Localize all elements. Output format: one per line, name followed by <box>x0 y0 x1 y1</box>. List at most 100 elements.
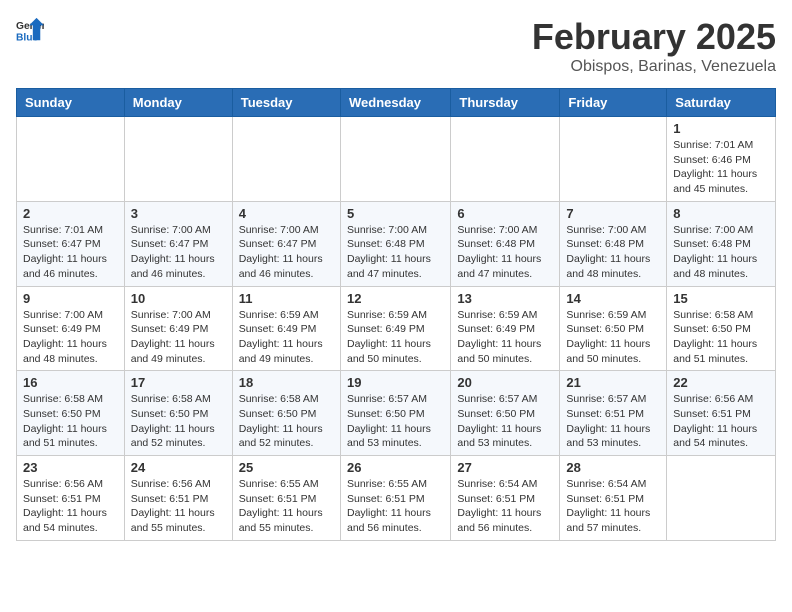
calendar-cell: 25 Sunrise: 6:55 AMSunset: 6:51 PMDayligh… <box>232 456 340 541</box>
day-info: Sunrise: 6:54 AMSunset: 6:51 PMDaylight:… <box>566 477 660 536</box>
calendar-cell: 23 Sunrise: 6:56 AMSunset: 6:51 PMDayligh… <box>17 456 125 541</box>
header-saturday: Saturday <box>667 89 776 117</box>
calendar-cell: 16 Sunrise: 6:58 AMSunset: 6:50 PMDayligh… <box>17 371 125 456</box>
calendar-table: Sunday Monday Tuesday Wednesday Thursday… <box>16 88 776 541</box>
day-number: 9 <box>23 291 118 306</box>
day-number: 11 <box>239 291 334 306</box>
day-info: Sunrise: 6:58 AMSunset: 6:50 PMDaylight:… <box>239 392 334 451</box>
day-number: 19 <box>347 375 444 390</box>
calendar-cell: 2 Sunrise: 7:01 AMSunset: 6:47 PMDaylight… <box>17 201 125 286</box>
calendar-body: 1 Sunrise: 7:01 AMSunset: 6:46 PMDaylight… <box>17 117 776 541</box>
day-info: Sunrise: 7:00 AMSunset: 6:47 PMDaylight:… <box>239 223 334 282</box>
location: Obispos, Barinas, Venezuela <box>532 58 776 76</box>
day-number: 24 <box>131 460 226 475</box>
day-info: Sunrise: 6:59 AMSunset: 6:49 PMDaylight:… <box>457 308 553 367</box>
calendar-cell: 9 Sunrise: 7:00 AMSunset: 6:49 PMDaylight… <box>17 286 125 371</box>
calendar-cell: 4 Sunrise: 7:00 AMSunset: 6:47 PMDaylight… <box>232 201 340 286</box>
day-info: Sunrise: 7:00 AMSunset: 6:49 PMDaylight:… <box>23 308 118 367</box>
day-number: 23 <box>23 460 118 475</box>
calendar-cell <box>340 117 450 202</box>
day-info: Sunrise: 7:00 AMSunset: 6:48 PMDaylight:… <box>457 223 553 282</box>
calendar-cell: 28 Sunrise: 6:54 AMSunset: 6:51 PMDayligh… <box>560 456 667 541</box>
day-info: Sunrise: 6:57 AMSunset: 6:50 PMDaylight:… <box>347 392 444 451</box>
day-info: Sunrise: 6:57 AMSunset: 6:50 PMDaylight:… <box>457 392 553 451</box>
calendar-week-4: 16 Sunrise: 6:58 AMSunset: 6:50 PMDayligh… <box>17 371 776 456</box>
day-number: 18 <box>239 375 334 390</box>
calendar-cell <box>17 117 125 202</box>
day-number: 1 <box>673 121 769 136</box>
calendar-cell <box>232 117 340 202</box>
calendar-cell: 26 Sunrise: 6:55 AMSunset: 6:51 PMDayligh… <box>340 456 450 541</box>
day-number: 25 <box>239 460 334 475</box>
day-number: 8 <box>673 206 769 221</box>
day-number: 20 <box>457 375 553 390</box>
day-info: Sunrise: 6:58 AMSunset: 6:50 PMDaylight:… <box>23 392 118 451</box>
day-info: Sunrise: 7:00 AMSunset: 6:49 PMDaylight:… <box>131 308 226 367</box>
day-info: Sunrise: 6:56 AMSunset: 6:51 PMDaylight:… <box>673 392 769 451</box>
calendar-week-2: 2 Sunrise: 7:01 AMSunset: 6:47 PMDaylight… <box>17 201 776 286</box>
day-info: Sunrise: 6:56 AMSunset: 6:51 PMDaylight:… <box>131 477 226 536</box>
day-number: 22 <box>673 375 769 390</box>
day-number: 2 <box>23 206 118 221</box>
day-number: 10 <box>131 291 226 306</box>
header-wednesday: Wednesday <box>340 89 450 117</box>
calendar-cell: 14Sunrise: 6:59 AMSunset: 6:50 PMDayligh… <box>560 286 667 371</box>
calendar-week-5: 23 Sunrise: 6:56 AMSunset: 6:51 PMDayligh… <box>17 456 776 541</box>
month-title: February 2025 <box>532 16 776 58</box>
day-number: 27 <box>457 460 553 475</box>
calendar-cell: 27 Sunrise: 6:54 AMSunset: 6:51 PMDayligh… <box>451 456 560 541</box>
calendar-cell: 20 Sunrise: 6:57 AMSunset: 6:50 PMDayligh… <box>451 371 560 456</box>
header-tuesday: Tuesday <box>232 89 340 117</box>
calendar-cell: 22 Sunrise: 6:56 AMSunset: 6:51 PMDayligh… <box>667 371 776 456</box>
day-number: 6 <box>457 206 553 221</box>
day-info: Sunrise: 6:58 AMSunset: 6:50 PMDaylight:… <box>131 392 226 451</box>
calendar-cell: 6 Sunrise: 7:00 AMSunset: 6:48 PMDaylight… <box>451 201 560 286</box>
day-number: 5 <box>347 206 444 221</box>
day-number: 16 <box>23 375 118 390</box>
day-number: 28 <box>566 460 660 475</box>
calendar-cell: 11 Sunrise: 6:59 AMSunset: 6:49 PMDayligh… <box>232 286 340 371</box>
day-number: 3 <box>131 206 226 221</box>
day-number: 13 <box>457 291 553 306</box>
day-info: Sunrise: 6:54 AMSunset: 6:51 PMDaylight:… <box>457 477 553 536</box>
header-friday: Friday <box>560 89 667 117</box>
calendar-cell <box>560 117 667 202</box>
calendar-cell: 15 Sunrise: 6:58 AMSunset: 6:50 PMDayligh… <box>667 286 776 371</box>
calendar-cell: 10 Sunrise: 7:00 AMSunset: 6:49 PMDayligh… <box>124 286 232 371</box>
day-number: 15 <box>673 291 769 306</box>
day-number: 4 <box>239 206 334 221</box>
day-info: Sunrise: 6:55 AMSunset: 6:51 PMDaylight:… <box>239 477 334 536</box>
calendar-cell: 8 Sunrise: 7:00 AMSunset: 6:48 PMDaylight… <box>667 201 776 286</box>
day-info: Sunrise: 7:00 AMSunset: 6:48 PMDaylight:… <box>347 223 444 282</box>
logo: General Blue <box>16 16 46 44</box>
calendar-cell: 21 Sunrise: 6:57 AMSunset: 6:51 PMDayligh… <box>560 371 667 456</box>
day-info: Sunrise: 6:59 AMSunset: 6:50 PMDaylight:… <box>566 308 660 367</box>
day-number: 21 <box>566 375 660 390</box>
day-info: Sunrise: 7:01 AMSunset: 6:46 PMDaylight:… <box>673 138 769 197</box>
day-info: Sunrise: 6:59 AMSunset: 6:49 PMDaylight:… <box>347 308 444 367</box>
calendar-cell <box>124 117 232 202</box>
day-info: Sunrise: 6:59 AMSunset: 6:49 PMDaylight:… <box>239 308 334 367</box>
calendar-cell: 3 Sunrise: 7:00 AMSunset: 6:47 PMDaylight… <box>124 201 232 286</box>
day-info: Sunrise: 7:00 AMSunset: 6:48 PMDaylight:… <box>673 223 769 282</box>
logo-icon: General Blue <box>16 16 44 44</box>
day-number: 12 <box>347 291 444 306</box>
calendar-cell: 13 Sunrise: 6:59 AMSunset: 6:49 PMDayligh… <box>451 286 560 371</box>
calendar-cell <box>667 456 776 541</box>
title-block: February 2025 Obispos, Barinas, Venezuel… <box>532 16 776 76</box>
day-info: Sunrise: 7:00 AMSunset: 6:47 PMDaylight:… <box>131 223 226 282</box>
calendar-cell: 24 Sunrise: 6:56 AMSunset: 6:51 PMDayligh… <box>124 456 232 541</box>
calendar-cell: 19 Sunrise: 6:57 AMSunset: 6:50 PMDayligh… <box>340 371 450 456</box>
calendar-cell <box>451 117 560 202</box>
day-info: Sunrise: 6:57 AMSunset: 6:51 PMDaylight:… <box>566 392 660 451</box>
header-thursday: Thursday <box>451 89 560 117</box>
day-info: Sunrise: 6:58 AMSunset: 6:50 PMDaylight:… <box>673 308 769 367</box>
day-info: Sunrise: 7:01 AMSunset: 6:47 PMDaylight:… <box>23 223 118 282</box>
day-number: 17 <box>131 375 226 390</box>
calendar-week-1: 1 Sunrise: 7:01 AMSunset: 6:46 PMDaylight… <box>17 117 776 202</box>
day-info: Sunrise: 6:56 AMSunset: 6:51 PMDaylight:… <box>23 477 118 536</box>
day-info: Sunrise: 6:55 AMSunset: 6:51 PMDaylight:… <box>347 477 444 536</box>
day-number: 26 <box>347 460 444 475</box>
calendar-week-3: 9 Sunrise: 7:00 AMSunset: 6:49 PMDaylight… <box>17 286 776 371</box>
calendar-cell: 17 Sunrise: 6:58 AMSunset: 6:50 PMDayligh… <box>124 371 232 456</box>
